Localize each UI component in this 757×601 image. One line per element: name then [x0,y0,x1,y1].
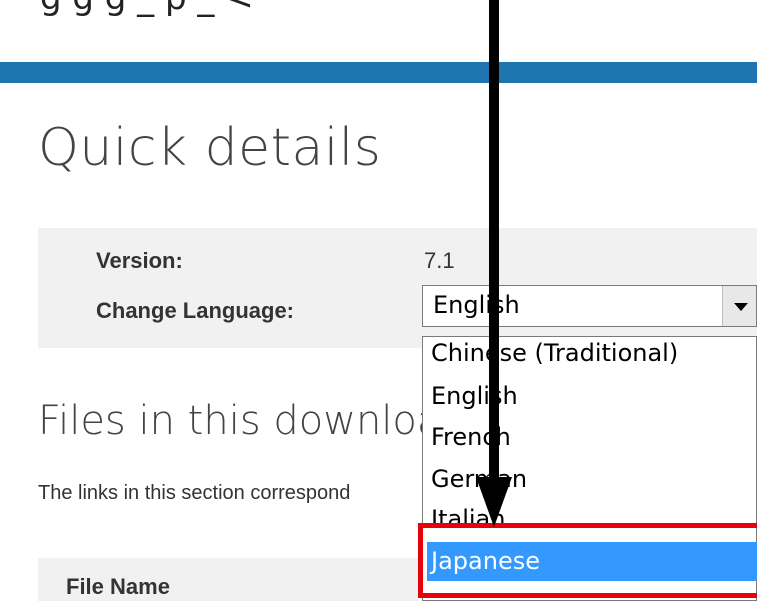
annotation-arrow-icon [476,0,512,527]
